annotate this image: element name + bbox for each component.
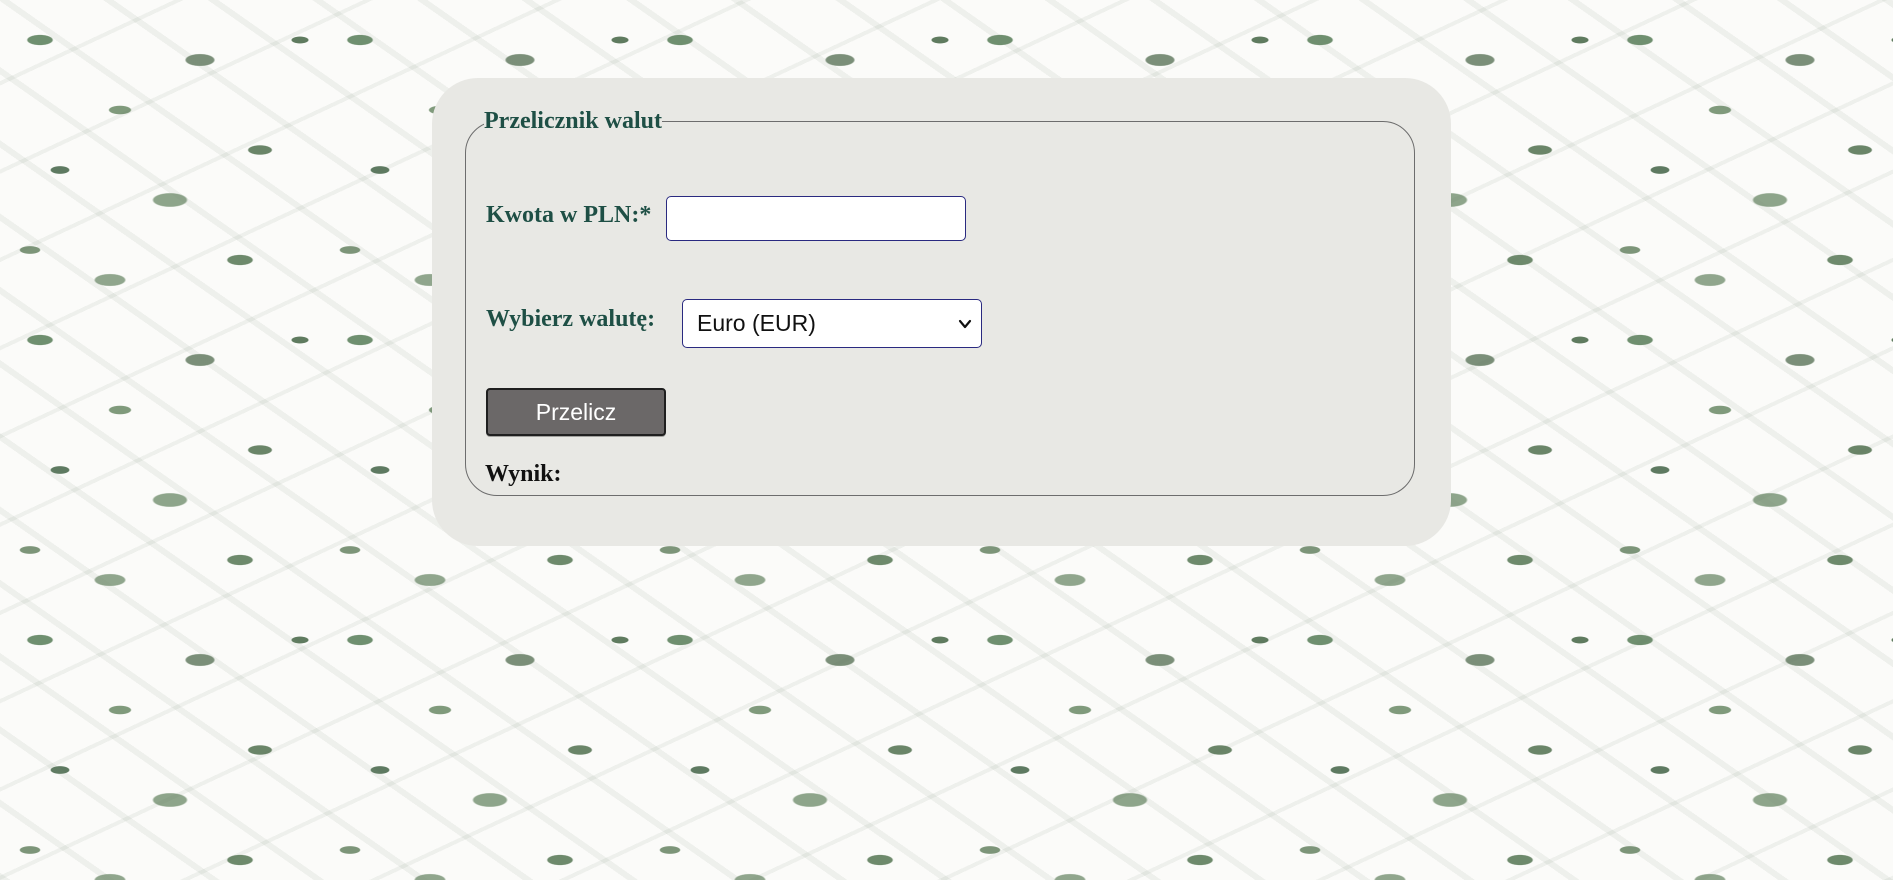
currency-select-value: Euro (EUR)	[697, 310, 816, 336]
converter-title: Przelicznik walut	[484, 108, 662, 134]
convert-button[interactable]: Przelicz	[486, 388, 666, 436]
chevron-down-icon	[957, 316, 973, 332]
currency-label: Wybierz walutę:	[486, 306, 656, 332]
converter-fieldset: Przelicznik walut Kwota w PLN:* Wybierz …	[465, 108, 1415, 496]
currency-select[interactable]: Euro (EUR)	[682, 299, 982, 348]
converter-panel: Przelicznik walut Kwota w PLN:* Wybierz …	[432, 78, 1451, 546]
amount-label: Kwota w PLN:*	[486, 202, 652, 228]
result-label: Wynik:	[485, 461, 562, 487]
amount-input[interactable]	[666, 196, 966, 241]
